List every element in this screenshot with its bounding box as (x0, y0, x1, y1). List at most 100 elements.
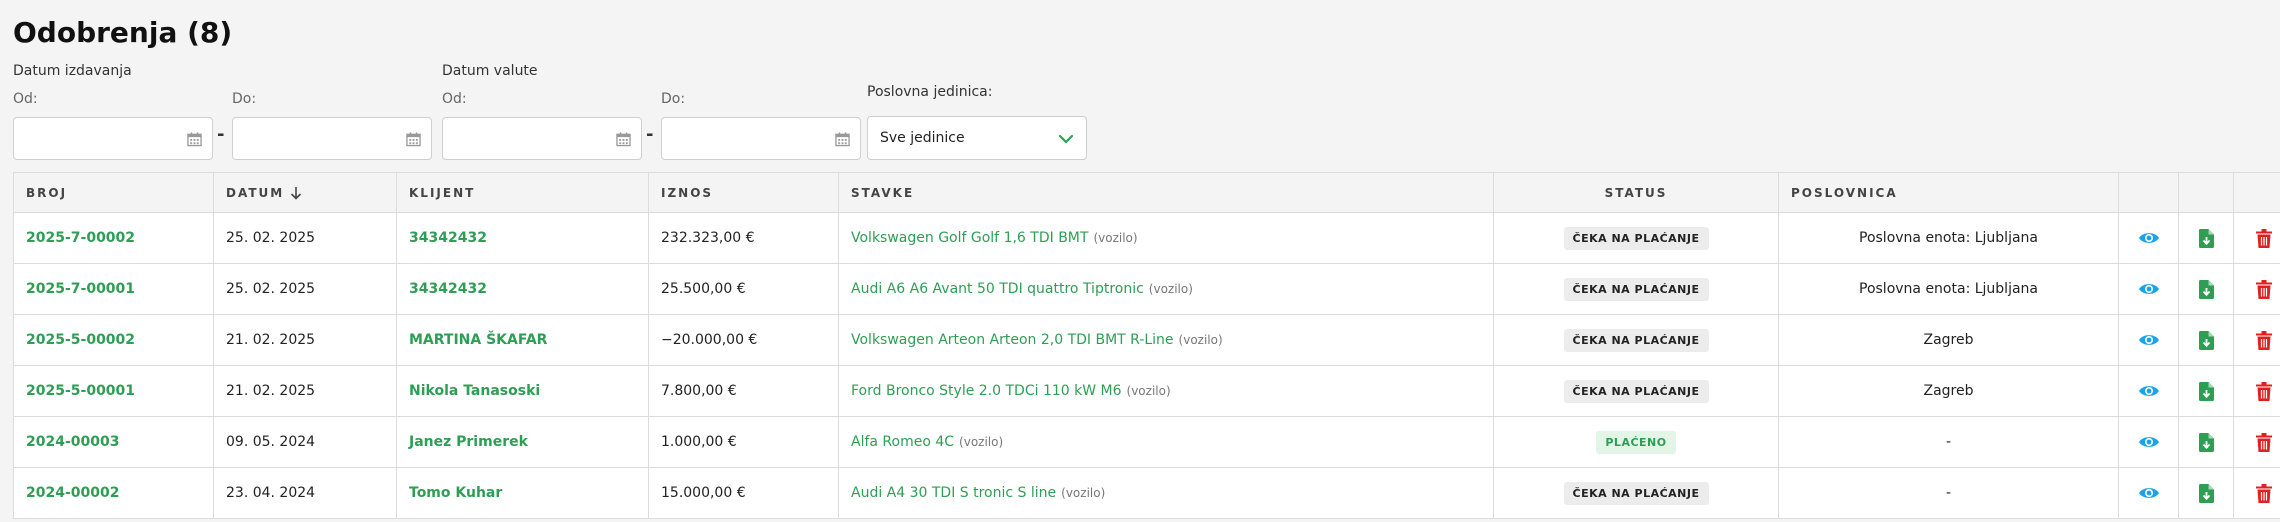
cell-datum: 25. 02. 2025 (214, 264, 397, 314)
cell-poslovnica: Zagreb (1779, 366, 2119, 416)
cell-stavke: Audi A6 A6 Avant 50 TDI quattro Tiptroni… (839, 264, 1494, 314)
broj-link[interactable]: 2025-7-00002 (26, 230, 135, 246)
header-iznos[interactable]: IZNOS (649, 173, 839, 212)
file-download-icon[interactable] (2198, 483, 2214, 503)
cell-download (2179, 417, 2234, 467)
status-badge: ČEKA NA PLAĆANJE (1563, 481, 1709, 505)
eye-icon[interactable] (2138, 485, 2160, 501)
cell-iznos: 7.800,00 € (649, 366, 839, 416)
datum-text: 23. 04. 2024 (226, 485, 316, 501)
file-download-icon[interactable] (2198, 330, 2214, 350)
cell-poslovnica: - (1779, 417, 2119, 467)
file-download-icon[interactable] (2198, 432, 2214, 452)
cell-stavke: Volkswagen Arteon Arteon 2,0 TDI BMT R-L… (839, 315, 1494, 365)
table-header-row: BROJ DATUM KLIJENT IZNOS STAVKE STATUS P… (14, 173, 2280, 213)
stavka-link[interactable]: Alfa Romeo 4C (851, 434, 954, 450)
stavka-link[interactable]: Audi A6 A6 Avant 50 TDI quattro Tiptroni… (851, 281, 1144, 297)
header-klijent[interactable]: KLIJENT (397, 173, 649, 212)
cell-klijent: 34342432 (397, 213, 649, 263)
cell-stavke: Ford Bronco Style 2.0 TDCi 110 kW M6 (vo… (839, 366, 1494, 416)
file-download-icon[interactable] (2198, 279, 2214, 299)
eye-icon[interactable] (2138, 332, 2160, 348)
cell-iznos: −20.000,00 € (649, 315, 839, 365)
file-download-icon[interactable] (2198, 381, 2214, 401)
cell-delete (2234, 315, 2280, 365)
header-broj[interactable]: BROJ (14, 173, 214, 212)
cell-download (2179, 366, 2234, 416)
trash-icon[interactable] (2255, 330, 2272, 350)
cell-klijent: MARTINA ŠKAFAR (397, 315, 649, 365)
cell-download (2179, 264, 2234, 314)
value-date-to-input[interactable] (661, 117, 861, 160)
cell-broj: 2025-7-00002 (14, 213, 214, 263)
broj-link[interactable]: 2025-7-00001 (26, 281, 135, 297)
broj-link[interactable]: 2024-00002 (26, 485, 119, 501)
cell-download (2179, 468, 2234, 518)
issue-date-to-input[interactable] (232, 117, 432, 160)
header-status[interactable]: STATUS (1494, 173, 1779, 212)
eye-icon[interactable] (2138, 281, 2160, 297)
calendar-icon[interactable] (616, 131, 631, 147)
cell-broj: 2024-00003 (14, 417, 214, 467)
table-row: 2025-5-00002 21. 02. 2025 MARTINA ŠKAFAR… (14, 315, 2280, 366)
file-download-icon[interactable] (2198, 228, 2214, 248)
iznos-text: 232.323,00 € (661, 230, 755, 246)
header-download-col (2179, 173, 2234, 212)
datum-text: 25. 02. 2025 (226, 281, 316, 297)
cell-status: PLAĆENO (1494, 417, 1779, 467)
datum-text: 21. 02. 2025 (226, 332, 316, 348)
trash-icon[interactable] (2255, 432, 2272, 452)
approvals-page: Odobrenja (8) Datum izdavanja Od: Do: - … (0, 0, 2280, 522)
stavka-link[interactable]: Volkswagen Arteon Arteon 2,0 TDI BMT R-L… (851, 332, 1174, 348)
calendar-icon[interactable] (406, 131, 421, 147)
klijent-link[interactable]: Nikola Tanasoski (409, 383, 540, 399)
calendar-icon[interactable] (187, 131, 202, 147)
stavka-link[interactable]: Audi A4 30 TDI S tronic S line (851, 485, 1056, 501)
header-datum[interactable]: DATUM (214, 173, 397, 212)
broj-link[interactable]: 2025-5-00001 (26, 383, 135, 399)
calendar-icon[interactable] (835, 131, 850, 147)
approvals-table: BROJ DATUM KLIJENT IZNOS STAVKE STATUS P… (13, 172, 2280, 519)
issue-date-from-input[interactable] (13, 117, 213, 160)
value-date-label: Datum valute (442, 63, 538, 79)
cell-poslovnica: - (1779, 468, 2119, 518)
header-view-col (2119, 173, 2179, 212)
klijent-link[interactable]: Tomo Kuhar (409, 485, 502, 501)
eye-icon[interactable] (2138, 230, 2160, 246)
klijent-link[interactable]: MARTINA ŠKAFAR (409, 332, 547, 348)
klijent-link[interactable]: Janez Primerek (409, 434, 528, 450)
trash-icon[interactable] (2255, 483, 2272, 503)
value-date-from-input[interactable] (442, 117, 642, 160)
issue-date-to-label: Do: (232, 91, 257, 107)
cell-view (2119, 264, 2179, 314)
datum-text: 09. 05. 2024 (226, 434, 316, 450)
table-row: 2024-00003 09. 05. 2024 Janez Primerek 1… (14, 417, 2280, 468)
header-poslovnica[interactable]: POSLOVNICA (1779, 173, 2119, 212)
stavka-type: (vozilo) (1178, 333, 1223, 347)
header-stavke[interactable]: STAVKE (839, 173, 1494, 212)
klijent-link[interactable]: 34342432 (409, 230, 487, 246)
iznos-text: 25.500,00 € (661, 281, 746, 297)
cell-view (2119, 417, 2179, 467)
issue-date-from-label: Od: (13, 91, 38, 107)
broj-link[interactable]: 2024-00003 (26, 434, 119, 450)
stavka-link[interactable]: Volkswagen Golf Golf 1,6 TDI BMT (851, 230, 1088, 246)
eye-icon[interactable] (2138, 434, 2160, 450)
arrow-down-icon (291, 186, 302, 200)
stavka-link[interactable]: Ford Bronco Style 2.0 TDCi 110 kW M6 (851, 383, 1122, 399)
klijent-link[interactable]: 34342432 (409, 281, 487, 297)
cell-view (2119, 468, 2179, 518)
stavka-type: (vozilo) (1148, 282, 1193, 296)
business-unit-select[interactable]: Sve jedinice (867, 116, 1087, 160)
trash-icon[interactable] (2255, 279, 2272, 299)
cell-iznos: 1.000,00 € (649, 417, 839, 467)
trash-icon[interactable] (2255, 381, 2272, 401)
business-unit-label: Poslovna jedinica: (867, 84, 993, 100)
cell-delete (2234, 417, 2280, 467)
cell-klijent: 34342432 (397, 264, 649, 314)
eye-icon[interactable] (2138, 383, 2160, 399)
cell-broj: 2025-5-00002 (14, 315, 214, 365)
broj-link[interactable]: 2025-5-00002 (26, 332, 135, 348)
trash-icon[interactable] (2255, 228, 2272, 248)
cell-view (2119, 366, 2179, 416)
